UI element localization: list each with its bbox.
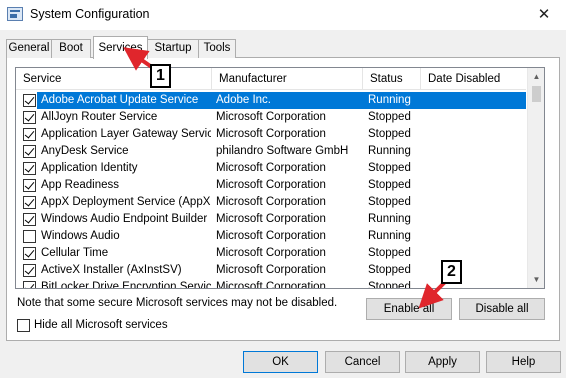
annotation-badge-2: 2 — [441, 260, 462, 284]
annotation-badge-1: 1 — [150, 64, 171, 88]
annotation-arrows — [123, 47, 447, 309]
annotation-arrow-2 — [418, 280, 447, 309]
